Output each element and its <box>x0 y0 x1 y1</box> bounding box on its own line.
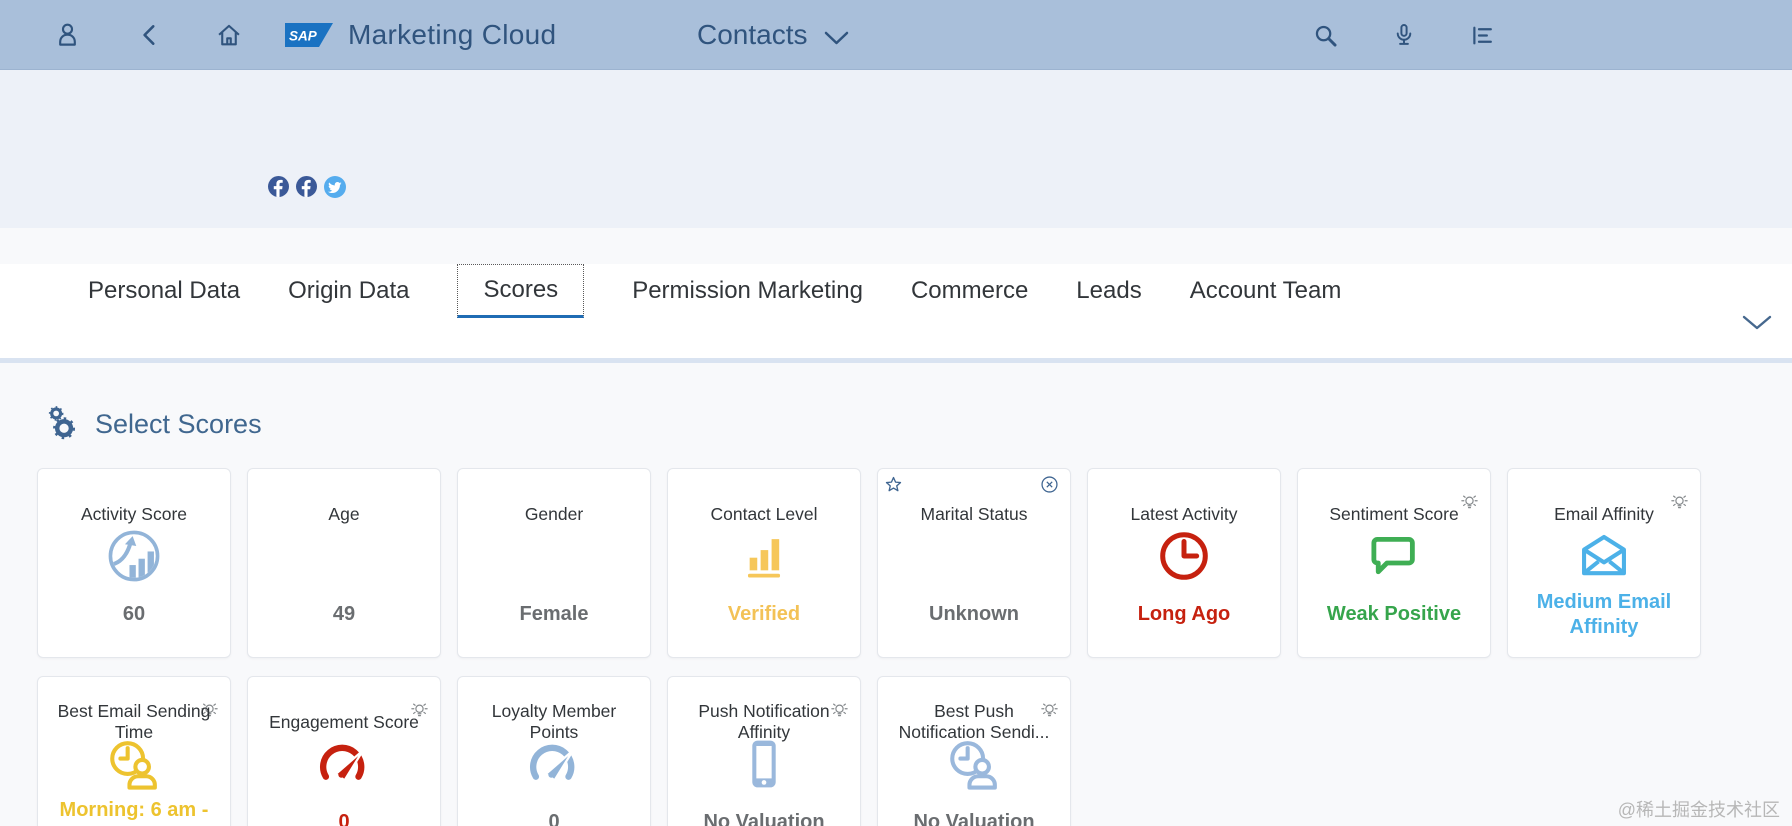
score-card[interactable]: Contact Level Verified <box>667 468 861 658</box>
page-context-menu[interactable]: Contacts <box>697 0 850 70</box>
trend-icon <box>38 527 230 585</box>
shell-right-group <box>1312 0 1496 70</box>
user-profile-icon[interactable] <box>54 21 81 48</box>
score-card[interactable]: Activity Score 60 <box>37 468 231 658</box>
score-card[interactable]: Best Email Sending Time Morning: 6 am - … <box>37 676 231 826</box>
card-value: Female <box>466 587 642 642</box>
tab-personal-data[interactable]: Personal Data <box>88 264 240 318</box>
chevron-down-icon <box>823 30 850 47</box>
watermark: @稀土掘金技术社区 <box>1618 796 1780 822</box>
scores-panel: Select Scores Activity Score 60 Age 49 G… <box>0 363 1792 826</box>
tab-commerce[interactable]: Commerce <box>911 264 1028 318</box>
section-header: Select Scores <box>0 363 1792 443</box>
search-icon[interactable] <box>1312 22 1339 49</box>
gauge-icon <box>248 735 440 793</box>
score-card[interactable]: Email Affinity Medium Email Affinity <box>1507 468 1701 658</box>
card-value: No Valuation <box>676 795 852 826</box>
score-card[interactable]: Best Push Notification Sendi... No Valua… <box>877 676 1071 826</box>
gauge-icon <box>458 735 650 793</box>
person-clock-icon <box>878 735 1070 793</box>
bubble-icon <box>1298 527 1490 585</box>
gears-icon <box>44 405 82 443</box>
score-card-row: Best Email Sending Time Morning: 6 am - … <box>0 676 1792 826</box>
shell-left-group: SAP Marketing Cloud <box>0 19 556 51</box>
sap-logo: SAP <box>285 23 333 47</box>
phone-icon <box>668 735 860 793</box>
card-value: Weak Positive <box>1306 587 1482 642</box>
score-card[interactable]: Loyalty Member Points 0 <box>457 676 651 826</box>
home-icon[interactable] <box>215 21 243 49</box>
person-clock-icon <box>38 735 230 793</box>
score-card[interactable]: Marital Status Unknown <box>877 468 1071 658</box>
tab-scores[interactable]: Scores <box>457 264 584 318</box>
score-card[interactable]: Gender Female <box>457 468 651 658</box>
tab-permission-marketing[interactable]: Permission Marketing <box>632 264 863 318</box>
shell-bar: SAP Marketing Cloud Contacts <box>0 0 1792 70</box>
menu-icon[interactable] <box>1469 23 1496 48</box>
score-card[interactable]: Engagement Score 0 <box>247 676 441 826</box>
card-value: 0 <box>466 795 642 826</box>
contact-header-area <box>0 70 1792 228</box>
back-icon[interactable] <box>137 22 163 48</box>
clock-icon <box>1088 527 1280 585</box>
score-card[interactable]: Push Notification Affinity No Valuation <box>667 676 861 826</box>
sap-logo-text: SAP <box>289 28 318 43</box>
tab-account-team[interactable]: Account Team <box>1190 264 1342 318</box>
bars-icon <box>668 527 860 585</box>
score-card[interactable]: Latest Activity Long Ago <box>1087 468 1281 658</box>
tab-bar: Personal Data Origin Data Scores Permission… <box>0 264 1792 358</box>
card-value: 60 <box>46 587 222 642</box>
card-value: 49 <box>256 587 432 642</box>
card-value: Long Ago <box>1096 587 1272 642</box>
tabs-overflow-chevron-icon[interactable] <box>1740 313 1774 332</box>
card-value: Unknown <box>886 587 1062 642</box>
card-value: 0 <box>256 795 432 826</box>
card-title: Age <box>258 491 430 537</box>
page-context-label: Contacts <box>697 19 808 51</box>
card-value: Medium Email Affinity <box>1516 587 1692 642</box>
facebook-icon[interactable] <box>296 176 317 198</box>
card-title: Marital Status <box>888 491 1060 537</box>
score-card[interactable]: Age 49 <box>247 468 441 658</box>
tab-leads[interactable]: Leads <box>1076 264 1141 318</box>
microphone-icon[interactable] <box>1391 21 1417 49</box>
envelope-icon <box>1508 527 1700 585</box>
card-value: No Valuation <box>886 795 1062 826</box>
twitter-icon[interactable] <box>324 176 346 198</box>
tab-origin-data[interactable]: Origin Data <box>288 264 409 318</box>
card-title: Gender <box>468 491 640 537</box>
card-value: Morning: 6 am - 10 am <box>46 795 222 826</box>
section-title: Select Scores <box>95 409 262 440</box>
social-icons <box>268 176 346 198</box>
score-card[interactable]: Sentiment Score Weak Positive <box>1297 468 1491 658</box>
score-card-row: Activity Score 60 Age 49 Gender Female C… <box>0 468 1792 658</box>
product-title: Marketing Cloud <box>348 19 556 51</box>
card-value: Verified <box>676 587 852 642</box>
facebook-icon[interactable] <box>268 176 289 198</box>
